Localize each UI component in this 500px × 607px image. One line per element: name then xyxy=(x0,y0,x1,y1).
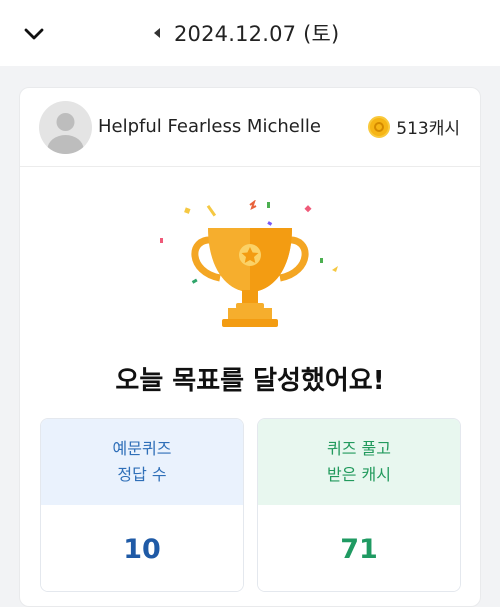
user-name: Helpful Fearless Michelle xyxy=(98,116,321,137)
cash-balance: 513캐시 xyxy=(368,114,460,139)
profile-header: Helpful Fearless Michelle 513캐시 xyxy=(20,88,480,167)
top-bar: 2024.12.07 (토) xyxy=(0,0,500,66)
trophy-illustration xyxy=(160,200,338,327)
quiz-cash-earned-card: 퀴즈 풀고 받은 캐시 71 xyxy=(257,418,461,592)
coin-icon xyxy=(368,115,391,138)
chevron-down-icon[interactable] xyxy=(22,22,46,46)
achievement-headline: 오늘 목표를 달성했어요! xyxy=(115,366,385,396)
stat-label-line2: 받은 캐시 xyxy=(327,465,391,484)
stat-label-line1: 퀴즈 풀고 xyxy=(327,439,391,458)
stat-label-line1: 예문퀴즈 xyxy=(112,439,172,458)
cash-amount: 513캐시 xyxy=(396,119,460,139)
stat-label: 예문퀴즈 정답 수 xyxy=(41,419,243,505)
date-label: 2024.12.07 (토) xyxy=(174,22,340,46)
stat-label: 퀴즈 풀고 받은 캐시 xyxy=(258,419,460,505)
stat-value: 10 xyxy=(41,505,243,591)
stat-label-line2: 정답 수 xyxy=(117,465,167,484)
previous-date-icon[interactable] xyxy=(154,28,160,38)
date-selector[interactable]: 2024.12.07 (토) xyxy=(150,18,339,48)
result-card: Helpful Fearless Michelle 513캐시 오늘 목표를 달… xyxy=(19,87,481,607)
stat-value: 71 xyxy=(258,505,460,591)
quiz-correct-count-card: 예문퀴즈 정답 수 10 xyxy=(40,418,244,592)
avatar xyxy=(39,101,92,154)
user-silhouette-icon xyxy=(47,113,84,154)
